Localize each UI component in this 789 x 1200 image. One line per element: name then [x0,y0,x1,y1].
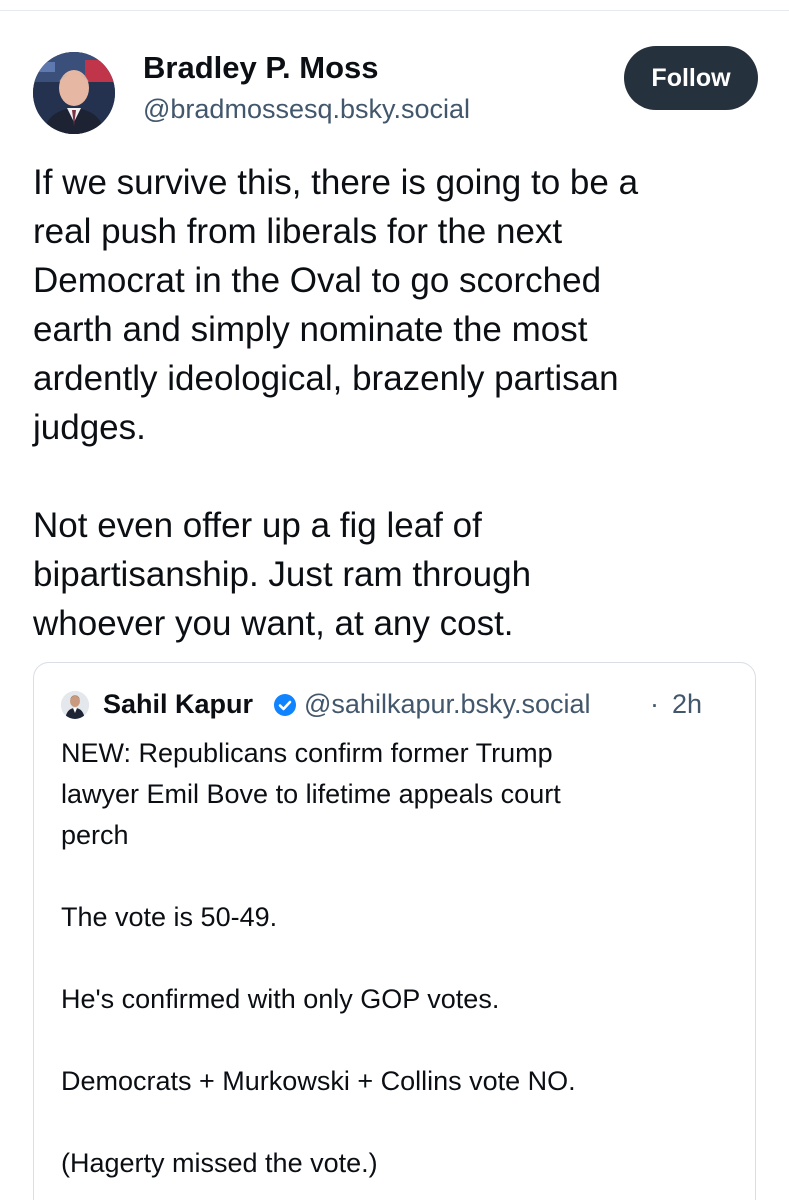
person-photo-icon [33,52,115,134]
person-photo-icon [61,691,89,719]
post-paragraph: If we survive this, there is going to be… [33,158,753,452]
post-header: Bradley P. Moss @bradmossesq.bsky.social… [33,46,758,134]
quoted-paragraph: Democrats + Murkowski + Collins vote NO. [61,1061,741,1102]
quoted-post-text: NEW: Republicans confirm former Trump la… [61,733,741,1184]
quoted-post-header: Sahil Kapur @sahilkapur.bsky.social · 2h [61,689,751,723]
post-line: earth and simply nominate the most [33,310,588,349]
author-handle[interactable]: @bradmossesq.bsky.social [143,94,470,125]
verified-badge-icon [274,694,296,716]
post-line: whoever you want, at any cost. [33,604,514,643]
post-line: If we survive this, there is going to be… [33,163,639,202]
post-line: Not even offer up a fig leaf of [33,506,482,545]
quoted-line: (Hagerty missed the vote.) [61,1148,378,1178]
quoted-author-handle[interactable]: @sahilkapur.bsky.social [304,689,591,720]
quoted-post[interactable]: Sahil Kapur @sahilkapur.bsky.social · 2h… [33,662,756,1200]
post-line: real push from liberals for the next [33,212,563,251]
post-text: If we survive this, there is going to be… [33,158,753,648]
author-avatar[interactable] [33,52,115,134]
quoted-line: NEW: Republicans confirm former Trump [61,738,553,768]
separator-dot: · [650,689,659,719]
quoted-line: lawyer Emil Bove to lifetime appeals cou… [61,779,561,809]
post: Bradley P. Moss @bradmossesq.bsky.social… [0,0,789,1200]
quoted-line: He's confirmed with only GOP votes. [61,984,500,1014]
quoted-paragraph: (Hagerty missed the vote.) [61,1143,741,1184]
post-line: bipartisanship. Just ram through [33,555,532,594]
quoted-author-name[interactable]: Sahil Kapur [103,689,253,720]
post-line: Democrat in the Oval to go scorched [33,261,602,300]
quoted-line: Democrats + Murkowski + Collins vote NO. [61,1066,576,1096]
quoted-paragraph: NEW: Republicans confirm former Trump la… [61,733,741,856]
post-line: ardently ideological, brazenly partisan [33,359,619,398]
follow-button[interactable]: Follow [624,46,758,110]
quoted-post-timestamp[interactable]: 2h [672,689,702,720]
author-name[interactable]: Bradley P. Moss [143,50,378,86]
quoted-author-avatar[interactable] [61,691,89,719]
quoted-line: perch [61,820,129,850]
quoted-paragraph: The vote is 50-49. [61,897,741,938]
post-line: judges. [33,408,146,447]
quoted-paragraph: He's confirmed with only GOP votes. [61,979,741,1020]
post-paragraph: Not even offer up a fig leaf of bipartis… [33,501,753,648]
quoted-line: The vote is 50-49. [61,902,278,932]
